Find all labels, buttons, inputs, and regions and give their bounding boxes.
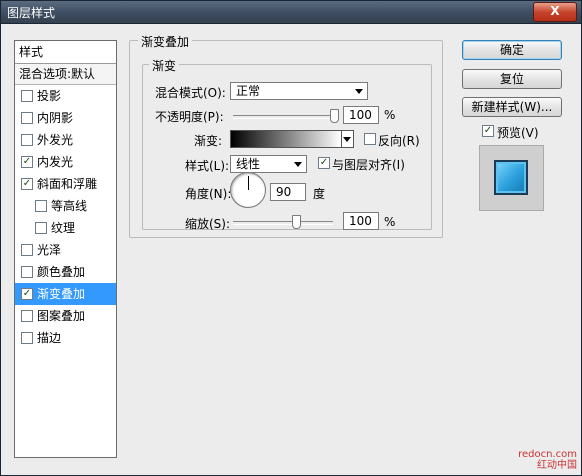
gradient-dropdown[interactable] xyxy=(341,130,354,148)
style-checkbox[interactable] xyxy=(21,90,33,102)
styles-header[interactable]: 样式 xyxy=(15,41,116,64)
angle-unit: 度 xyxy=(313,187,326,201)
sidebar-item-label: 内阴影 xyxy=(37,111,74,125)
close-icon: X xyxy=(550,4,560,18)
gradient-overlay-panel: 渐变叠加 渐变 混合模式(O): 正常 不透明度(P): 100 % 渐变: 反… xyxy=(129,33,443,238)
preview-checkbox[interactable]: ✓ xyxy=(482,125,494,137)
panel-title: 渐变叠加 xyxy=(138,33,193,50)
sidebar-item-label: 外发光 xyxy=(37,133,74,147)
opacity-slider[interactable] xyxy=(233,115,339,119)
preview-label: 预览(V) xyxy=(497,126,539,140)
sidebar-item-label: 描边 xyxy=(37,331,62,345)
style-preview xyxy=(479,145,544,211)
align-with-layer-label: 与图层对齐(I) xyxy=(332,158,405,172)
reverse-label: 反向(R) xyxy=(378,134,420,148)
sidebar-item[interactable]: ✓ 渐变叠加 xyxy=(15,283,116,305)
scale-slider-thumb[interactable] xyxy=(292,215,301,229)
gradient-group: 渐变 混合模式(O): 正常 不透明度(P): 100 % 渐变: 反向(R) … xyxy=(142,57,432,231)
sidebar-item-label: 图案叠加 xyxy=(37,309,86,323)
sidebar-item[interactable]: 内阴影 xyxy=(15,107,116,129)
scale-label: 缩放(S): xyxy=(185,217,231,231)
sidebar-item[interactable]: 图案叠加 xyxy=(15,305,116,327)
align-with-layer-checkbox[interactable]: ✓ xyxy=(318,157,330,169)
new-style-button[interactable]: 新建样式(W)... xyxy=(462,97,562,117)
style-checkbox[interactable] xyxy=(21,134,33,146)
gradient-picker[interactable] xyxy=(230,130,342,148)
opacity-unit: % xyxy=(384,108,396,122)
opacity-slider-thumb[interactable] xyxy=(330,109,339,123)
gradient-label: 渐变: xyxy=(194,134,223,148)
blend-options-item[interactable]: 混合选项:默认 xyxy=(15,64,116,85)
blend-mode-value: 正常 xyxy=(236,84,261,98)
group-title: 渐变 xyxy=(149,57,180,74)
style-label: 样式(L): xyxy=(185,159,230,173)
blend-mode-label: 混合模式(O): xyxy=(155,86,226,100)
sidebar-item-label: 斜面和浮雕 xyxy=(37,177,98,191)
sidebar-item[interactable]: 描边 xyxy=(15,327,116,349)
dialog-client: 样式 混合选项:默认 投影内阴影外发光 ✓ 内发光 ✓ 斜面和浮雕等高线纹理光泽颜色叠加… xyxy=(6,28,576,470)
style-select[interactable]: 线性 xyxy=(230,155,307,173)
chevron-down-icon xyxy=(355,89,363,94)
sidebar-item-label: 投影 xyxy=(37,89,62,103)
sidebar-item[interactable]: 等高线 xyxy=(15,195,116,217)
opacity-label: 不透明度(P): xyxy=(155,110,224,124)
styles-list: 样式 混合选项:默认 投影内阴影外发光 ✓ 内发光 ✓ 斜面和浮雕等高线纹理光泽颜色叠加… xyxy=(14,40,117,458)
scale-unit: % xyxy=(384,215,396,229)
reset-button[interactable]: 复位 xyxy=(462,69,562,89)
watermark-text: 红动中国 xyxy=(537,460,577,471)
sidebar-item-label: 渐变叠加 xyxy=(37,287,86,301)
watermark-url: redocn.com xyxy=(518,449,577,460)
sidebar-item[interactable]: 外发光 xyxy=(15,129,116,151)
sidebar-item-label: 纹理 xyxy=(51,221,76,235)
scale-input[interactable]: 100 xyxy=(343,212,379,230)
style-checkbox[interactable] xyxy=(35,222,47,234)
preview-swatch xyxy=(494,160,528,195)
styles-items: 投影内阴影外发光 ✓ 内发光 ✓ 斜面和浮雕等高线纹理光泽颜色叠加 ✓ 渐变叠加图案叠加描边 xyxy=(15,85,116,349)
style-checkbox[interactable] xyxy=(21,332,33,344)
style-checkbox[interactable] xyxy=(21,310,33,322)
sidebar-item-label: 光泽 xyxy=(37,243,62,257)
scale-slider[interactable] xyxy=(233,221,333,225)
style-value: 线性 xyxy=(236,157,261,171)
close-button[interactable]: X xyxy=(533,2,577,22)
style-checkbox[interactable] xyxy=(35,200,47,212)
sidebar-item[interactable]: ✓ 内发光 xyxy=(15,151,116,173)
checkmark-icon[interactable]: ✓ xyxy=(21,288,33,300)
sidebar-item[interactable]: 投影 xyxy=(15,85,116,107)
sidebar-item-label: 内发光 xyxy=(37,155,74,169)
sidebar-item[interactable]: ✓ 斜面和浮雕 xyxy=(15,173,116,195)
checkmark-icon[interactable]: ✓ xyxy=(21,178,33,190)
sidebar-item[interactable]: 光泽 xyxy=(15,239,116,261)
reverse-checkbox[interactable] xyxy=(364,133,376,145)
chevron-down-icon xyxy=(343,137,351,142)
style-checkbox[interactable] xyxy=(21,112,33,124)
sidebar-item[interactable]: 纹理 xyxy=(15,217,116,239)
opacity-input[interactable]: 100 xyxy=(343,106,379,124)
title-bar[interactable]: 图层样式 X xyxy=(1,1,581,24)
sidebar-item[interactable]: 颜色叠加 xyxy=(15,261,116,283)
sidebar-item-label: 颜色叠加 xyxy=(37,265,86,279)
style-checkbox[interactable] xyxy=(21,266,33,278)
checkmark-icon[interactable]: ✓ xyxy=(21,156,33,168)
window-title: 图层样式 xyxy=(7,6,56,20)
layer-style-dialog: 图层样式 X 样式 混合选项:默认 投影内阴影外发光 ✓ 内发光 ✓ 斜面和浮雕等高线纹… xyxy=(0,0,582,476)
angle-label: 角度(N): xyxy=(185,187,232,201)
chevron-down-icon xyxy=(294,162,302,167)
blend-mode-select[interactable]: 正常 xyxy=(230,82,368,100)
ok-button[interactable]: 确定 xyxy=(462,40,562,60)
style-checkbox[interactable] xyxy=(21,244,33,256)
angle-dial[interactable] xyxy=(230,172,266,208)
angle-input[interactable]: 90 xyxy=(270,183,306,201)
watermark: redocn.com 红动中国 xyxy=(518,449,577,471)
angle-dial-hand xyxy=(248,176,249,190)
sidebar-item-label: 等高线 xyxy=(51,199,88,213)
